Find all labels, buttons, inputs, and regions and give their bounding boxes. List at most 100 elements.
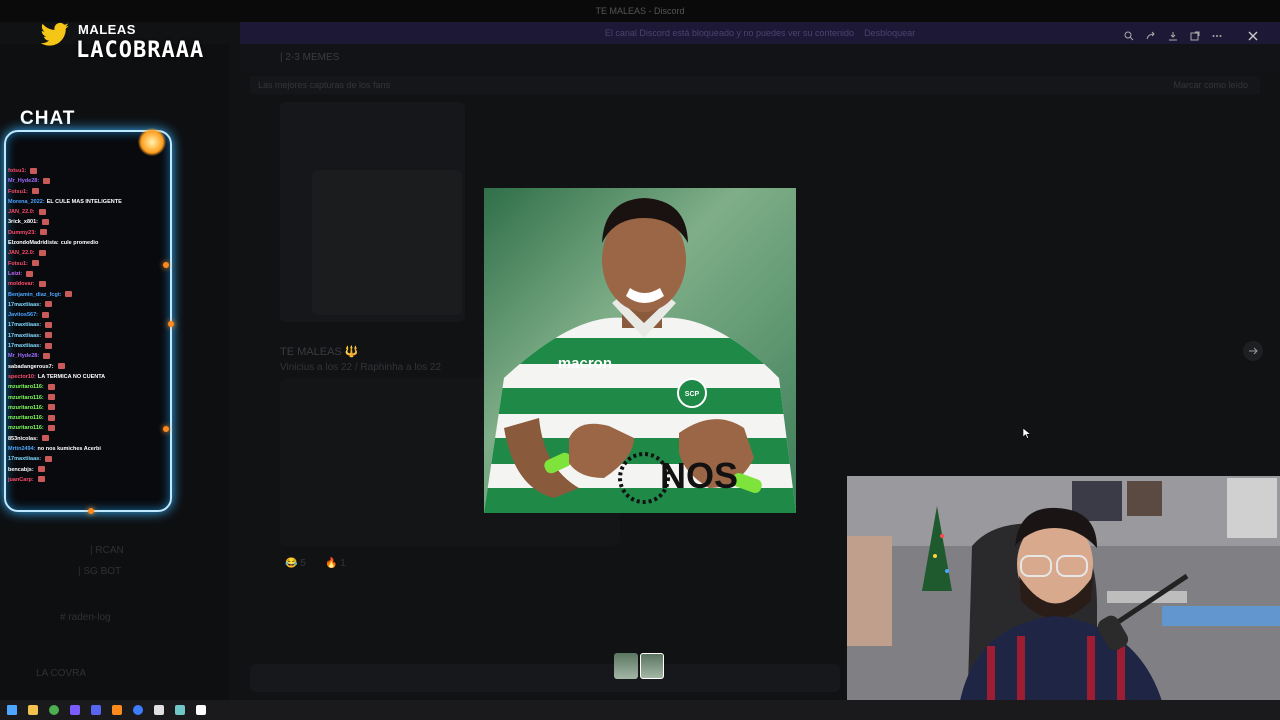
- download-icon[interactable]: [1164, 27, 1182, 45]
- chat-username[interactable]: ElzondoMadridista:: [8, 240, 59, 246]
- chat-username[interactable]: Fotsu1:: [8, 261, 28, 267]
- sidebar-channel[interactable]: | RCAN: [90, 545, 124, 556]
- app-grid-icon-glyph: [70, 705, 80, 715]
- chat-username[interactable]: fotsu1:: [8, 168, 26, 174]
- chat-message: 17maxtiiaas:: [8, 454, 168, 464]
- more-icon[interactable]: [1208, 27, 1226, 45]
- sidebar-channel[interactable]: | SG BOT: [78, 566, 121, 577]
- browser-icon[interactable]: [130, 702, 146, 718]
- chat-username[interactable]: mzuritaro116:: [8, 405, 44, 411]
- chat-username[interactable]: 17maxtiiaas:: [8, 322, 41, 328]
- banner-link[interactable]: Desbloquear: [864, 28, 915, 38]
- chat-username[interactable]: 3rick_x801:: [8, 219, 38, 225]
- window-titlebar: TE MALEAS - Discord: [0, 0, 1280, 22]
- chat-username[interactable]: JAN_22.0:: [8, 209, 35, 215]
- chat-message: Mr_Hyde28:: [8, 351, 168, 361]
- chat-username[interactable]: Mr_Hyde28:: [8, 178, 39, 184]
- open-external-icon[interactable]: [1186, 27, 1204, 45]
- app-icon[interactable]: [172, 702, 188, 718]
- embed-image: [312, 170, 462, 315]
- chat-emote-icon: [45, 332, 53, 339]
- pinned-action[interactable]: Marcar como leído: [1173, 76, 1260, 94]
- chat-username[interactable]: Morena_2022:: [8, 199, 45, 205]
- server-name[interactable]: LA COVRA: [36, 668, 86, 679]
- chat-username[interactable]: mzuritaro116:: [8, 384, 44, 390]
- chat-message: bencabjs:: [8, 465, 168, 475]
- chat-username[interactable]: Mr_Hyde28:: [8, 353, 39, 359]
- chat-username[interactable]: 17maxtiiaas:: [8, 333, 41, 339]
- chat-emote-icon: [47, 414, 55, 421]
- chat-message: juanCarp:: [8, 475, 168, 485]
- chat-username[interactable]: 17maxtiiaas:: [8, 343, 41, 349]
- chat-username[interactable]: sabadangerous7:: [8, 364, 54, 370]
- chat-username[interactable]: Dummy23:: [8, 230, 36, 236]
- jersey-sponsor-text: NOS: [660, 455, 738, 496]
- app-grid-icon[interactable]: [67, 702, 83, 718]
- chat-emote-icon: [26, 270, 34, 277]
- chat-message: spector10: LA TERMICA NO CUENTA: [8, 372, 168, 382]
- chat-username[interactable]: mzuritaro116:: [8, 415, 44, 421]
- windows-start-icon[interactable]: [4, 702, 20, 718]
- webcam-feed: [847, 476, 1280, 720]
- brand-handle-large: LACOBRAAA: [76, 38, 205, 63]
- browser-icon-glyph: [133, 705, 143, 715]
- jersey-crest-text: SCP: [685, 391, 700, 398]
- pinned-bar[interactable]: Las mejores capturas de los fans Marcar …: [250, 76, 1260, 94]
- chat-emote-icon: [45, 322, 53, 328]
- chat-emote-icon: [43, 352, 51, 359]
- window-icon-glyph: [196, 705, 206, 715]
- chat-username[interactable]: mzuritaro116:: [8, 425, 44, 431]
- channel-name: | 2-3 MEMES: [280, 52, 340, 63]
- chat-message: mzuritaro116:: [8, 393, 168, 403]
- chat-emote-icon: [41, 311, 49, 318]
- banner-text: El canal Discord está bloqueado y no pue…: [604, 28, 855, 38]
- chat-emote-icon: [37, 476, 45, 483]
- chrome-icon[interactable]: [46, 702, 62, 718]
- close-viewer-button[interactable]: [1243, 26, 1263, 46]
- chat-message: mzuritaro116:: [8, 413, 168, 423]
- chat-username[interactable]: Mrtin2494:: [8, 446, 36, 452]
- chat-emote-icon: [38, 208, 46, 215]
- window-icon[interactable]: [193, 702, 209, 718]
- streaming-app-icon[interactable]: [109, 702, 125, 718]
- chat-username[interactable]: Leizi:: [8, 271, 22, 277]
- chat-username[interactable]: JAN_22.0:: [8, 250, 35, 256]
- sidebar-channel[interactable]: # raden-log: [60, 612, 111, 623]
- chat-message: 17maxtiiaas:: [8, 300, 168, 310]
- reaction-fire[interactable]: 🔥 1: [325, 558, 346, 569]
- chat-emote-icon: [45, 455, 53, 462]
- chat-username[interactable]: 17maxtiiaas:: [8, 302, 41, 308]
- thumbnail-image[interactable]: [614, 653, 638, 679]
- chat-username[interactable]: moldovar:: [8, 281, 35, 287]
- chat-username[interactable]: 17maxtiiaas:: [8, 456, 41, 462]
- chat-message-text: cule promedio: [60, 240, 99, 247]
- message-author: TE MALEAS 🔱: [280, 346, 359, 358]
- obs-icon-glyph: [154, 705, 164, 715]
- chat-message-text: no nos kumiches Acerbi: [37, 446, 101, 453]
- windows-start-icon-glyph: [7, 705, 17, 715]
- chat-username[interactable]: 853nicolas:: [8, 436, 38, 442]
- chat-message: Javitos567:: [8, 310, 168, 320]
- chat-username[interactable]: Benjamin_diaz_fcgt:: [8, 292, 61, 298]
- file-explorer-icon[interactable]: [25, 702, 41, 718]
- next-image-button[interactable]: [1243, 341, 1263, 361]
- chat-username[interactable]: Fotsu1:: [8, 189, 28, 195]
- chat-username[interactable]: Javitos567:: [8, 312, 38, 318]
- chat-username[interactable]: juanCarp:: [8, 477, 34, 483]
- chat-message: Benjamin_diaz_fcgt:: [8, 290, 168, 300]
- share-icon[interactable]: [1142, 27, 1160, 45]
- obs-icon[interactable]: [151, 702, 167, 718]
- chat-username[interactable]: spector10:: [8, 374, 36, 380]
- zoom-icon[interactable]: [1120, 27, 1138, 45]
- discord-icon[interactable]: [88, 702, 104, 718]
- player-photo: macron SCP NOS: [484, 198, 796, 513]
- chat-username[interactable]: bencabjs:: [8, 467, 34, 473]
- reaction-laugh[interactable]: 😂 5: [285, 558, 306, 569]
- thumbnail-image-active[interactable]: [640, 653, 664, 679]
- message-input[interactable]: [250, 664, 840, 692]
- discord-icon-glyph: [91, 705, 101, 715]
- viewer-image[interactable]: macron SCP NOS: [484, 188, 796, 513]
- arrow-right-icon: [1249, 347, 1258, 355]
- chat-username[interactable]: mzuritaro116:: [8, 395, 44, 401]
- glow-dot-decoration: [168, 321, 174, 327]
